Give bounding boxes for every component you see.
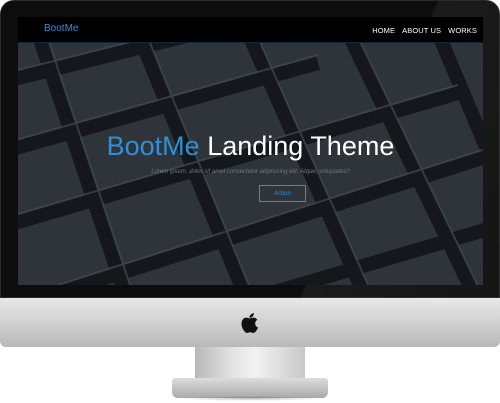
hero-title-accent: BootMe — [106, 131, 200, 161]
monitor-stand-base — [172, 378, 328, 398]
hero-subtitle: Lorem ipsum, dolor sit amet consectetur … — [151, 169, 350, 175]
brand-logo[interactable]: BootMe — [44, 23, 78, 34]
apple-icon — [241, 313, 258, 333]
nav-link-about-us[interactable]: ABOUT US — [402, 26, 441, 35]
monitor-screen: BootMe HOME ABOUT US WORKS BootMe Landin… — [18, 17, 483, 285]
nav-link-works[interactable]: WORKS — [448, 26, 477, 35]
hero-background-image — [18, 43, 483, 285]
hero-title: BootMe Landing Theme — [18, 131, 483, 162]
imac-mockup: BootMe HOME ABOUT US WORKS BootMe Landin… — [0, 0, 500, 403]
navbar: BootMe HOME ABOUT US WORKS — [18, 17, 483, 43]
nav-links: HOME ABOUT US WORKS — [372, 26, 477, 35]
nav-link-home[interactable]: HOME — [372, 26, 395, 35]
hero-title-rest: Landing Theme — [199, 131, 395, 161]
stand-shadow — [180, 396, 320, 401]
hero-section: BootMe Landing Theme Lorem ipsum, dolor … — [18, 43, 483, 285]
action-button[interactable]: Action — [259, 185, 306, 202]
